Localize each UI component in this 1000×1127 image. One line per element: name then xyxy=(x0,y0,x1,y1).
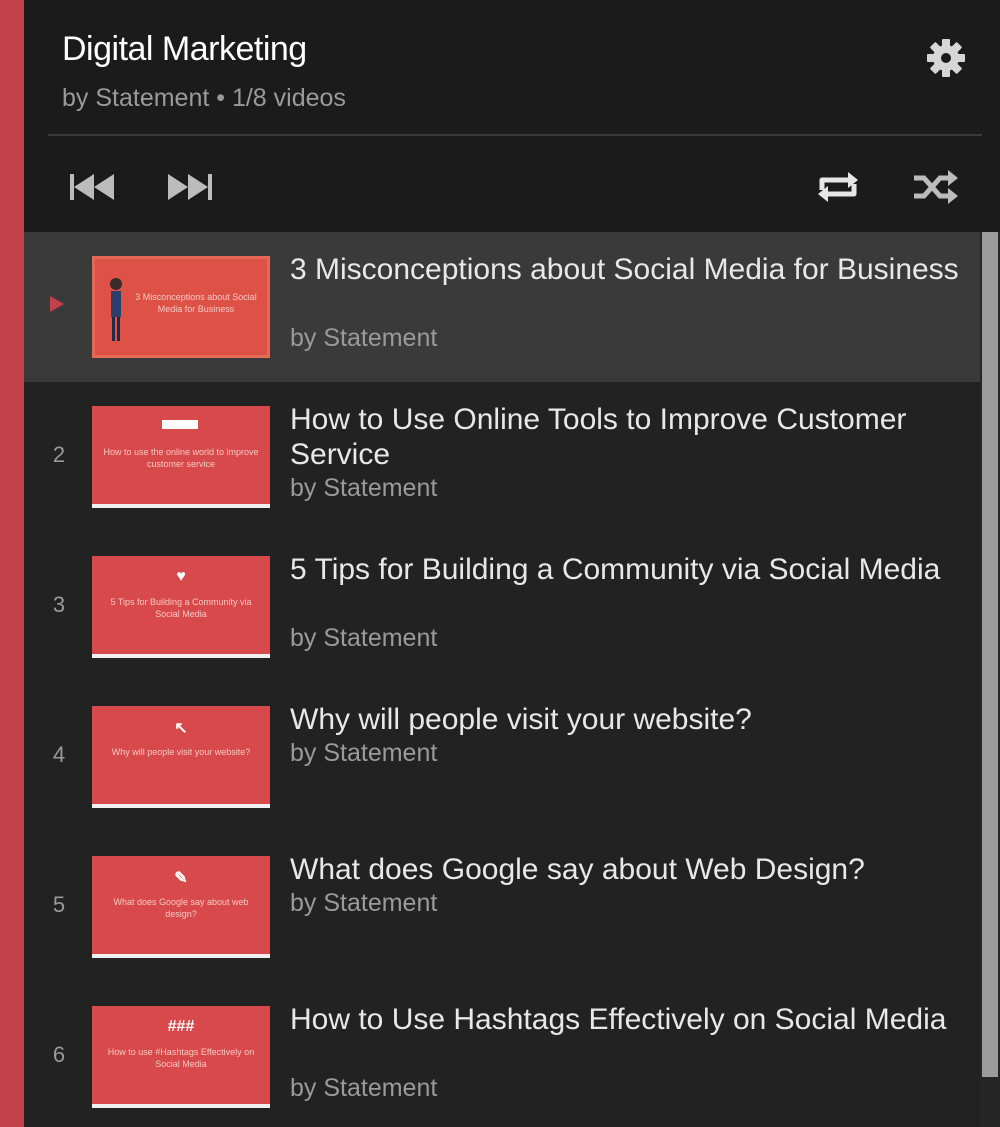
video-thumbnail[interactable]: 3 Misconceptions about Social Media for … xyxy=(92,256,270,358)
thumbnail-caption: How to use #Hashtags Effectively on Soci… xyxy=(107,1047,255,1069)
thumbnail-caption: Why will people visit your website? xyxy=(111,747,251,757)
video-index: 5 xyxy=(52,892,66,917)
repeat-icon[interactable] xyxy=(812,164,864,210)
heart-icon: ♥ xyxy=(176,568,186,585)
skip-previous-icon[interactable] xyxy=(68,164,120,210)
video-author: by Statement xyxy=(290,624,438,652)
shuffle-icon[interactable] xyxy=(910,164,962,210)
left-accent-strip xyxy=(0,0,24,1127)
video-index: 4 xyxy=(52,742,66,767)
video-title[interactable]: Why will people visit your website? xyxy=(290,702,966,737)
video-index: 3 xyxy=(52,592,66,617)
video-author: by Statement xyxy=(290,1074,438,1102)
video-title[interactable]: 5 Tips for Building a Community via Soci… xyxy=(290,552,966,587)
cursor-icon: ↖ xyxy=(174,720,188,737)
video-list: 3 Misconceptions about Social Media for … xyxy=(24,232,980,1127)
playlist-title[interactable]: Digital Marketing xyxy=(62,30,307,69)
video-thumbnail[interactable]: How to use the online world to improve c… xyxy=(92,406,270,508)
video-title[interactable]: What does Google say about Web Design? xyxy=(290,852,966,887)
video-title[interactable]: How to Use Hashtags Effectively on Socia… xyxy=(290,1002,966,1037)
video-author: by Statement xyxy=(290,474,438,502)
playlist-panel: Digital Marketing by Statement • 1/8 vid… xyxy=(24,0,1000,1127)
video-row-3[interactable]: 3 ♥ 5 Tips for Building a Community via … xyxy=(24,532,980,682)
video-row-4[interactable]: 4 ↖ Why will people visit your website? … xyxy=(24,682,980,832)
header-divider xyxy=(48,134,982,136)
person-illustration xyxy=(110,278,122,341)
thumbnail-caption: 3 Misconceptions about Social Media for … xyxy=(135,292,257,314)
video-row-1[interactable]: 3 Misconceptions about Social Media for … xyxy=(24,232,980,382)
video-thumbnail[interactable]: ♥ 5 Tips for Building a Community via So… xyxy=(92,556,270,658)
playlist-header: Digital Marketing by Statement • 1/8 vid… xyxy=(24,0,1000,232)
video-index: 6 xyxy=(52,1042,66,1067)
pencil-icon: ✎ xyxy=(174,870,188,887)
hashtag-icon: ### xyxy=(167,1018,195,1035)
thumbnail-caption: How to use the online world to improve c… xyxy=(103,447,259,469)
video-row-5[interactable]: 5 ✎ What does Google say about web desig… xyxy=(24,832,980,982)
video-thumbnail[interactable]: ↖ Why will people visit your website? xyxy=(92,706,270,808)
video-row-2[interactable]: 2 How to use the online world to improve… xyxy=(24,382,980,532)
skip-next-icon[interactable] xyxy=(166,164,218,210)
video-index: 2 xyxy=(52,442,66,467)
video-thumbnail[interactable]: ✎ What does Google say about web design? xyxy=(92,856,270,958)
thumbnail-caption: What does Google say about web design? xyxy=(113,897,249,919)
video-row-6[interactable]: 6 ### How to use #Hashtags Effectively o… xyxy=(24,982,980,1127)
video-author: by Statement xyxy=(290,739,438,767)
playlist-subtitle: by Statement • 1/8 videos xyxy=(62,84,346,112)
thumbnail-graphic xyxy=(162,420,198,429)
video-thumbnail[interactable]: ### How to use #Hashtags Effectively on … xyxy=(92,1006,270,1108)
video-author: by Statement xyxy=(290,889,438,917)
gear-icon[interactable] xyxy=(924,36,968,80)
thumbnail-caption: 5 Tips for Building a Community via Soci… xyxy=(110,597,252,619)
video-title[interactable]: How to Use Online Tools to Improve Custo… xyxy=(290,402,966,472)
video-author: by Statement xyxy=(290,324,438,352)
now-playing-icon xyxy=(50,296,64,312)
scrollbar-thumb[interactable] xyxy=(982,232,998,1077)
video-title[interactable]: 3 Misconceptions about Social Media for … xyxy=(290,252,966,287)
